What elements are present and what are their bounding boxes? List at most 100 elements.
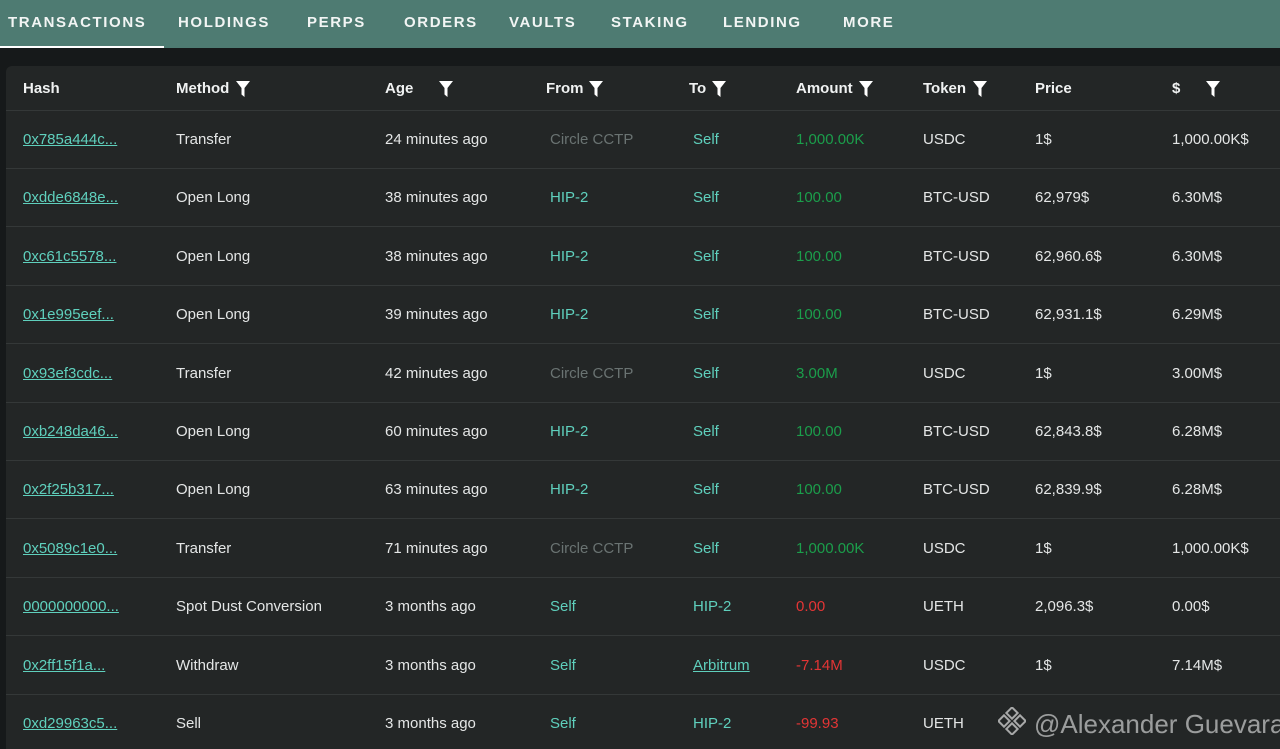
- cell-amount: 100.00: [796, 189, 842, 207]
- tab-bar: TRANSACTIONS HOLDINGS PERPS ORDERS VAULTS STA…: [0, 0, 1280, 48]
- cell-token: UETH: [923, 715, 964, 732]
- transactions-table: Hash Method Age From To Amount Token Price $ 0x7…: [6, 66, 1280, 749]
- cell-token: UETH: [923, 598, 964, 616]
- cell-price: 62,979$: [1035, 189, 1090, 207]
- tab-transactions[interactable]: TRANSACTIONS: [0, 0, 165, 48]
- cell-to[interactable]: Arbitrum: [693, 637, 750, 695]
- cell-hash[interactable]: 0x93ef3cdc...: [23, 345, 112, 403]
- cell-price: 62,931.1$: [1035, 306, 1102, 324]
- cell-usd: 6.30M$: [1172, 247, 1223, 265]
- cell-usd: 0.00$: [1172, 598, 1210, 616]
- cell-from: Self: [550, 598, 576, 616]
- cell-method: Open Long: [176, 423, 251, 440]
- filter-icon[interactable]: [1206, 81, 1220, 97]
- cell-to: Self: [693, 189, 719, 207]
- filter-icon[interactable]: [712, 81, 726, 97]
- cell-amount: 100.00: [796, 423, 842, 440]
- cell-token: USDC: [923, 131, 966, 148]
- cell-hash[interactable]: 0xb248da46...: [23, 403, 118, 461]
- cell-to: Self: [693, 423, 719, 440]
- cell-price: 62,843.8$: [1035, 423, 1102, 440]
- cell-hash[interactable]: 0xc61c5578...: [23, 228, 116, 286]
- cell-amount: 100.00: [796, 481, 842, 499]
- column-header-to: To: [689, 80, 707, 97]
- cell-method: Spot Dust Conversion: [176, 598, 322, 616]
- cell-price: 2,096.3$: [1035, 598, 1094, 616]
- cell-from: HIP-2: [550, 306, 589, 324]
- cell-age: 38 minutes ago: [385, 247, 488, 265]
- column-header-from: From: [546, 80, 584, 97]
- cell-age: 60 minutes ago: [385, 423, 488, 440]
- table-row[interactable]: 0x2f25b317... Open Long 63 minutes ago HIP-…: [6, 461, 1280, 520]
- cell-token: BTC-USD: [923, 189, 990, 207]
- cell-hash[interactable]: 0x5089c1e0...: [23, 520, 117, 578]
- cell-hash[interactable]: 0xd29963c5...: [23, 695, 117, 749]
- cell-usd: 3.00M$: [1172, 364, 1223, 382]
- filter-icon[interactable]: [439, 81, 453, 97]
- table-row[interactable]: 0xc61c5578... Open Long 38 minutes ago HIP-…: [6, 228, 1280, 286]
- cell-hash[interactable]: 0x785a444c...: [23, 111, 117, 169]
- cell-from: Self: [550, 656, 576, 674]
- table-row[interactable]: 0xb248da46... Open Long 60 minutes ago HIP-…: [6, 403, 1280, 461]
- cell-usd: 6.30M$: [1172, 189, 1223, 207]
- cell-method: Transfer: [176, 131, 232, 148]
- cell-hash[interactable]: 0x1e995eef...: [23, 286, 114, 344]
- tab-more[interactable]: MORE: [843, 0, 894, 48]
- table-row[interactable]: 0x5089c1e0... Transfer 71 minutes ago Circl…: [6, 520, 1280, 578]
- filter-icon[interactable]: [973, 81, 987, 97]
- tab-orders[interactable]: ORDERS: [404, 0, 478, 48]
- cell-amount: 100.00: [796, 247, 842, 265]
- column-header-age: Age: [385, 80, 414, 97]
- table-row[interactable]: 0x785a444c... Transfer 24 minutes ago Circl…: [6, 111, 1280, 169]
- filter-icon[interactable]: [589, 81, 603, 97]
- table-row[interactable]: 0000000000... Spot Dust Conversion 3 month…: [6, 578, 1280, 637]
- column-header-price: Price: [1035, 80, 1072, 97]
- cell-hash[interactable]: 0xdde6848e...: [23, 169, 118, 227]
- cell-from: HIP-2: [550, 481, 589, 499]
- cell-price: 1$: [1035, 364, 1052, 382]
- cell-token: USDC: [923, 364, 966, 382]
- filter-icon[interactable]: [859, 81, 873, 97]
- column-header-hash: Hash: [23, 80, 60, 97]
- cell-age: 39 minutes ago: [385, 306, 488, 324]
- table-header: Hash Method Age From To Amount Token Price $: [6, 66, 1280, 111]
- cell-hash[interactable]: 0x2f25b317...: [23, 461, 114, 519]
- table-row[interactable]: 0x1e995eef... Open Long 39 minutes ago HIP-…: [6, 286, 1280, 345]
- cell-to: Self: [693, 539, 719, 557]
- cell-hash[interactable]: 0000000000...: [23, 578, 119, 636]
- column-header-usd: $: [1172, 80, 1181, 97]
- cell-token: USDC: [923, 539, 966, 557]
- cell-to: Self: [693, 131, 719, 148]
- tab-perps[interactable]: PERPS: [307, 0, 366, 48]
- cell-token: BTC-USD: [923, 481, 990, 499]
- cell-token: BTC-USD: [923, 247, 990, 265]
- watermark: @Alexander Guevara: [996, 705, 1280, 742]
- table-row[interactable]: 0xdde6848e... Open Long 38 minutes ago HIP-…: [6, 169, 1280, 228]
- tab-holdings[interactable]: HOLDINGS: [178, 0, 270, 48]
- cell-age: 3 months ago: [385, 598, 476, 616]
- cell-to: Self: [693, 306, 719, 324]
- tab-lending[interactable]: LENDING: [723, 0, 802, 48]
- column-header-method: Method: [176, 80, 230, 97]
- cell-method: Withdraw: [176, 656, 239, 674]
- cell-method: Open Long: [176, 481, 251, 499]
- cell-age: 24 minutes ago: [385, 131, 488, 148]
- cell-to: HIP-2: [693, 715, 732, 732]
- table-row[interactable]: 0x93ef3cdc... Transfer 42 minutes ago Circl…: [6, 345, 1280, 403]
- cell-method: Open Long: [176, 189, 251, 207]
- cell-hash[interactable]: 0x2ff15f1a...: [23, 637, 105, 695]
- cell-from: HIP-2: [550, 189, 589, 207]
- tab-vaults[interactable]: VAULTS: [509, 0, 576, 48]
- cell-from: HIP-2: [550, 247, 589, 265]
- cell-token: BTC-USD: [923, 423, 990, 440]
- cell-token: BTC-USD: [923, 306, 990, 324]
- cell-age: 3 months ago: [385, 715, 476, 732]
- cell-price: 62,839.9$: [1035, 481, 1102, 499]
- cell-age: 42 minutes ago: [385, 364, 488, 382]
- tab-staking[interactable]: STAKING: [611, 0, 689, 48]
- cell-amount: -7.14M: [796, 656, 843, 674]
- cell-method: Open Long: [176, 247, 251, 265]
- filter-icon[interactable]: [236, 81, 250, 97]
- table-row[interactable]: 0x2ff15f1a... Withdraw 3 months ago Self Arb…: [6, 637, 1280, 695]
- cell-to: Self: [693, 481, 719, 499]
